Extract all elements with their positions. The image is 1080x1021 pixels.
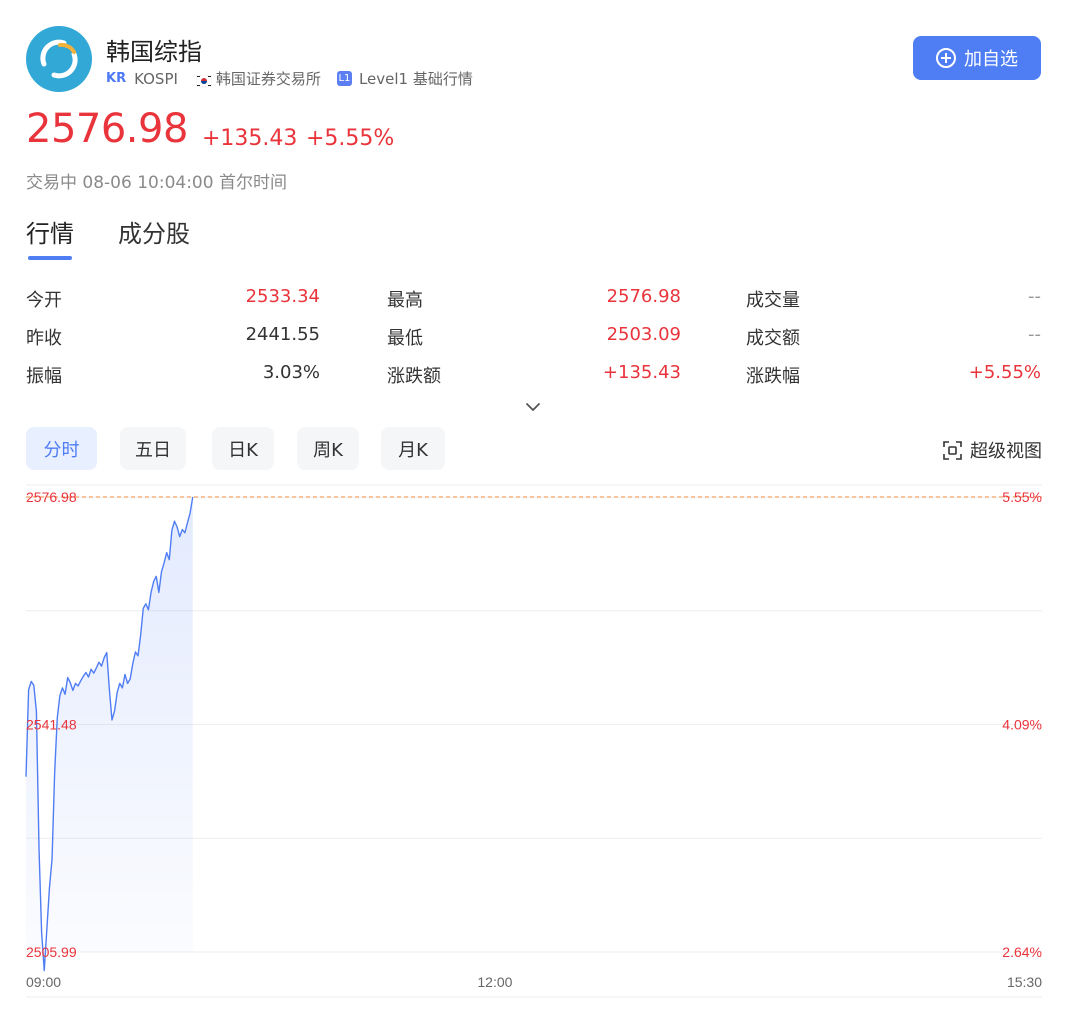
- market-badge: KR: [106, 71, 127, 86]
- stats-row: 振幅 3.03% 涨跌额 +135.43 涨跌幅 +5.55%: [26, 358, 1042, 388]
- stats-row: 今开 2533.34 最高 2576.98 成交量 --: [26, 282, 1042, 312]
- plus-circle-icon: [936, 48, 956, 68]
- stat-value: 2441.55: [245, 324, 320, 345]
- stat-value: 3.03%: [262, 362, 320, 383]
- x-axis-time-label: 09:00: [26, 974, 61, 990]
- period-daily-k-button[interactable]: 日K: [212, 427, 274, 470]
- y-axis-pct-label: 2.64%: [1002, 944, 1042, 960]
- period-weekly-k-button[interactable]: 周K: [297, 427, 359, 470]
- stat-label: 最低: [387, 328, 423, 349]
- tab-constituents[interactable]: 成分股: [118, 214, 190, 249]
- index-meta: KR KOSPI 韩国证券交易所 L1 Level1 基础行情: [106, 68, 473, 89]
- y-axis-pct-label: 5.55%: [1002, 489, 1042, 505]
- y-axis-tick-label: 2576.98: [26, 489, 77, 505]
- period-selector: 分时 五日 日K 周K 月K 超级视图: [26, 427, 1042, 471]
- stat-value: 2503.09: [606, 324, 681, 345]
- add-to-watchlist-label: 加自选: [964, 49, 1018, 70]
- stat-value: --: [1028, 324, 1041, 345]
- stat-label: 最高: [387, 290, 423, 311]
- stat-label: 涨跌额: [387, 366, 441, 387]
- index-code: KOSPI: [134, 69, 178, 88]
- south-korea-flag-icon: [195, 73, 213, 87]
- kospi-logo-icon: [26, 26, 92, 92]
- x-axis-time-label: 15:30: [1007, 974, 1042, 990]
- period-monthly-k-button[interactable]: 月K: [381, 427, 445, 470]
- fullscreen-icon: [943, 440, 962, 460]
- intraday-chart-svg: 2576.98 5.55% 2541.48 4.09% 2505.99 2.64% 09:0…: [25, 484, 1042, 998]
- super-view-label: 超级视图: [970, 441, 1042, 462]
- index-name: 韩国综指: [106, 38, 202, 66]
- price-area-fill: [26, 497, 193, 971]
- current-price: 2576.98: [26, 106, 188, 152]
- x-axis-time-label: 12:00: [477, 974, 512, 990]
- y-axis-tick-label: 2505.99: [26, 944, 77, 960]
- period-intraday-button[interactable]: 分时: [26, 427, 97, 470]
- super-view-button[interactable]: 超级视图: [943, 437, 1042, 463]
- stat-label: 成交量: [746, 290, 800, 311]
- stat-value: +5.55%: [968, 362, 1041, 383]
- y-axis-tick-label: 2541.48: [26, 717, 77, 733]
- stats-row: 昨收 2441.55 最低 2503.09 成交额 --: [26, 320, 1042, 350]
- stat-label: 成交额: [746, 328, 800, 349]
- stat-label: 振幅: [26, 366, 62, 387]
- stat-value: +135.43: [602, 362, 681, 383]
- intraday-chart[interactable]: 2576.98 5.55% 2541.48 4.09% 2505.99 2.64% 09:0…: [25, 484, 1042, 1005]
- stock-header: 韩国综指 KR KOSPI 韩国证券交易所 L1 Level1 基础行情: [26, 26, 1042, 96]
- level-badge: L1: [336, 71, 352, 86]
- stat-label: 涨跌幅: [746, 366, 800, 387]
- tab-quote[interactable]: 行情: [26, 214, 74, 249]
- price-change: +135.43: [202, 126, 298, 151]
- stat-value: 2533.34: [245, 286, 320, 307]
- trading-status: 交易中 08-06 10:04:00 首尔时间: [26, 173, 287, 193]
- level-text: Level1 基础行情: [358, 70, 473, 88]
- stat-label: 昨收: [26, 328, 62, 349]
- y-axis-pct-label: 4.09%: [1002, 717, 1042, 733]
- exchange-name: 韩国证券交易所: [215, 70, 321, 88]
- stat-value: --: [1028, 286, 1041, 307]
- stat-value: 2576.98: [606, 286, 681, 307]
- active-tab-indicator: [28, 256, 72, 260]
- price-change-percent: +5.55%: [306, 126, 395, 151]
- period-5day-button[interactable]: 五日: [120, 427, 186, 470]
- stat-label: 今开: [26, 290, 62, 311]
- chevron-down-icon[interactable]: [524, 398, 542, 416]
- add-to-watchlist-button[interactable]: 加自选: [913, 36, 1041, 80]
